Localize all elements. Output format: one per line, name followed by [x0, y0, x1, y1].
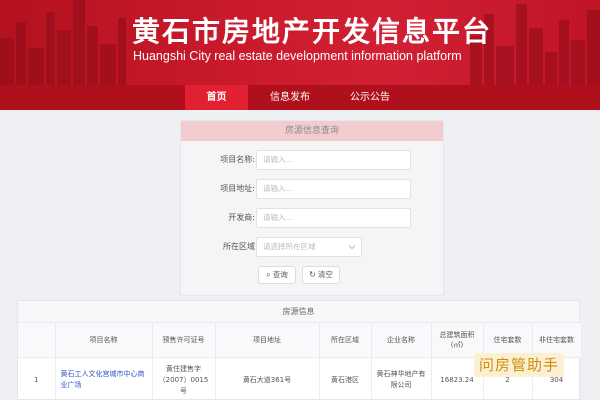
- col-header-license: 预售许可证号: [152, 323, 216, 358]
- region-select[interactable]: 请选择所在区域: [256, 237, 362, 257]
- developer-input[interactable]: 请输入...: [256, 208, 411, 228]
- query-button[interactable]: ⌕ 查询: [258, 266, 296, 284]
- query-button-label: 查询: [272, 270, 288, 279]
- project-name-link[interactable]: 黄石工人文化宫城市中心商业广场: [55, 357, 153, 400]
- col-header-residential: 住宅套数: [483, 323, 533, 358]
- project-name-label: 项目名称:: [220, 155, 255, 164]
- developer-label: 开发商:: [228, 213, 255, 222]
- project-name-input[interactable]: 请输入...: [256, 150, 411, 170]
- results-title: 房源信息: [18, 301, 579, 323]
- district-cell: 黄石港区: [319, 357, 372, 400]
- row-index: 1: [18, 357, 56, 400]
- header-banner: 黄石市房地产开发信息平台 Huangshi City real estate d…: [0, 0, 600, 85]
- region-select-placeholder: 请选择所在区域: [263, 242, 316, 251]
- refresh-icon: ↻: [309, 270, 316, 279]
- form-row-project-name: 项目名称: 请输入...: [181, 150, 445, 170]
- form-row-region: 所在区域 请选择所在区域: [181, 237, 445, 257]
- results-panel: 房源信息 项目名称 预售许可证号 项目地址 所在区域 企业名称 总建筑面积(㎡)…: [17, 300, 582, 400]
- col-header-district: 所在区域: [319, 323, 372, 358]
- company-cell: 黄石神华地产有限公司: [371, 357, 432, 400]
- nav-info-release[interactable]: 信息发布: [258, 85, 322, 110]
- region-label: 所在区域: [223, 242, 255, 251]
- col-header-address: 项目地址: [215, 323, 320, 358]
- chevron-down-icon: [348, 245, 356, 250]
- search-panel-title: 房源信息查询: [181, 121, 443, 141]
- clear-button[interactable]: ↻ 清空: [302, 266, 340, 284]
- col-header-area: 总建筑面积(㎡): [431, 323, 484, 358]
- assistant-watermark-badge: 问房管助手: [474, 353, 564, 377]
- site-title: 黄石市房地产开发信息平台: [132, 15, 493, 48]
- col-header-project-name: 项目名称: [55, 323, 153, 358]
- nav-home[interactable]: 首页: [185, 85, 248, 110]
- project-address-label: 项目地址:: [220, 184, 255, 193]
- col-header-non-residential: 非住宅套数: [532, 323, 582, 358]
- form-row-developer: 开发商: 请输入...: [181, 208, 445, 228]
- license-cell: 黄住建售字（2007）0015号: [152, 357, 216, 400]
- nav-announcements[interactable]: 公示公告: [337, 85, 403, 110]
- col-header-index: [18, 323, 56, 358]
- search-icon: ⌕: [266, 270, 271, 279]
- table-header-row: 项目名称 预售许可证号 项目地址 所在区域 企业名称 总建筑面积(㎡) 住宅套数…: [18, 323, 582, 358]
- project-address-input[interactable]: 请输入...: [256, 179, 411, 199]
- address-cell: 黄石大道361号: [215, 357, 320, 400]
- search-panel: 房源信息查询 项目名称: 请输入... 项目地址: 请输入... 开发商: 请输…: [180, 120, 444, 296]
- main-nav: 首页 信息发布 公示公告: [0, 85, 600, 110]
- form-row-project-address: 项目地址: 请输入...: [181, 179, 445, 199]
- col-header-company: 企业名称: [371, 323, 432, 358]
- clear-button-label: 清空: [317, 270, 333, 279]
- site-subtitle: Huangshi City real estate development in…: [133, 49, 462, 63]
